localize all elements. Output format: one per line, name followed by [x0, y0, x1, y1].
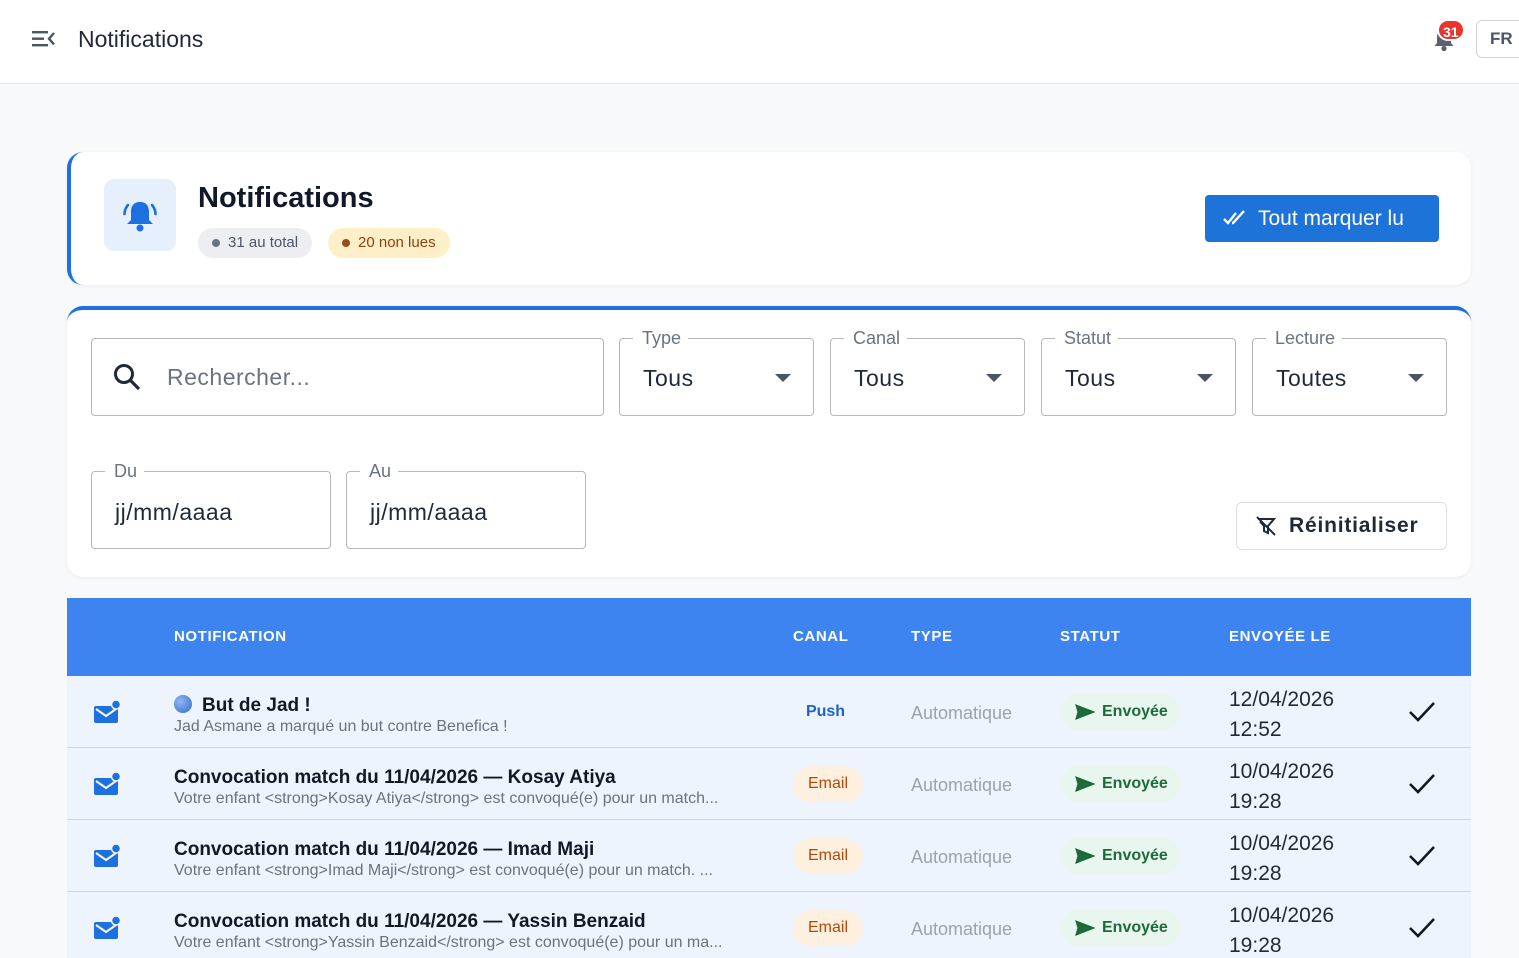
- date-to-value: jj/mm/aaaa: [370, 499, 488, 525]
- column-header-notification[interactable]: NOTIFICATION: [174, 628, 287, 645]
- search-icon: [114, 364, 141, 391]
- total-dot-icon: [212, 239, 220, 247]
- sent-date-cell: 10/04/2026 19:28: [1229, 904, 1335, 957]
- date-from-value: jj/mm/aaaa: [115, 499, 233, 525]
- send-icon: [1075, 848, 1095, 864]
- column-header-canal[interactable]: CANAL: [793, 628, 849, 645]
- mark-read-check-icon[interactable]: [1408, 772, 1436, 796]
- canal-badge: Email: [793, 766, 863, 802]
- reset-filters-button[interactable]: Réinitialiser: [1236, 502, 1447, 550]
- total-count-pill: 31 au total: [198, 228, 313, 258]
- filters-card: Type Tous Canal Tous Statut Tous Lecture…: [67, 306, 1471, 577]
- total-count-label: 31 au total: [228, 234, 299, 251]
- notification-count-badge: 31: [1437, 19, 1465, 41]
- mark-read-check-icon[interactable]: [1408, 916, 1436, 940]
- notifications-header-card: Notifications 31 au total 20 non lues To…: [67, 152, 1471, 285]
- date-to-field[interactable]: Au jj/mm/aaaa: [346, 461, 586, 549]
- canal-select-label: Canal: [844, 328, 908, 348]
- table-row[interactable]: But de Jad ! Jad Asmane a marqué un but …: [67, 676, 1471, 748]
- mail-unread-icon: [94, 916, 121, 939]
- type-select[interactable]: Type Tous: [619, 328, 814, 416]
- mail-unread-icon: [94, 844, 121, 867]
- notification-preview: Jad Asmane a marqué un but contre Benefi…: [174, 718, 508, 735]
- unread-count-pill: 20 non lues: [328, 228, 450, 258]
- table-row[interactable]: Convocation match du 11/04/2026 — Imad M…: [67, 820, 1471, 892]
- date-to-label: Au: [360, 461, 399, 481]
- notification-title: Convocation match du 11/04/2026 — Kosay …: [174, 767, 616, 788]
- page-title: Notifications: [78, 26, 204, 52]
- type-select-label: Type: [633, 328, 689, 348]
- status-badge: Envoyée: [1060, 694, 1181, 730]
- chevron-down-icon: [986, 374, 1002, 382]
- sent-date-cell: 10/04/2026 19:28: [1229, 760, 1335, 813]
- type-cell: Automatique: [911, 847, 1013, 867]
- language-button[interactable]: FR: [1476, 20, 1519, 58]
- canal-badge: Email: [793, 910, 863, 946]
- lecture-select-value: Toutes: [1276, 365, 1347, 391]
- top-bar: Notifications 31 FR: [0, 0, 1519, 84]
- notification-title: Convocation match du 11/04/2026 — Yassin…: [174, 911, 646, 932]
- column-header-type[interactable]: TYPE: [911, 628, 953, 645]
- canal-select[interactable]: Canal Tous: [830, 328, 1025, 416]
- mail-unread-icon: [94, 700, 121, 723]
- mark-all-read-button[interactable]: Tout marquer lu: [1205, 195, 1439, 242]
- table-row[interactable]: Convocation match du 11/04/2026 — Yassin…: [67, 892, 1471, 958]
- filter-off-icon: [1256, 516, 1277, 536]
- notification-title: But de Jad !: [174, 695, 311, 717]
- sent-date-cell: 10/04/2026 19:28: [1229, 832, 1335, 885]
- unread-count-label: 20 non lues: [358, 234, 436, 251]
- status-badge: Envoyée: [1060, 766, 1181, 802]
- table-header: NOTIFICATION CANAL TYPE STATUT ENVOYÉE L…: [67, 598, 1471, 676]
- chevron-down-icon: [1408, 374, 1424, 382]
- notification-preview: Votre enfant <strong>Kosay Atiya</strong…: [174, 790, 719, 807]
- header-bell-icon: [104, 179, 176, 251]
- canal-select-value: Tous: [854, 365, 905, 391]
- menu-collapse-icon[interactable]: [30, 28, 56, 50]
- type-select-value: Tous: [643, 365, 694, 391]
- chevron-down-icon: [1197, 374, 1213, 382]
- reset-filters-label: Réinitialiser: [1289, 514, 1419, 537]
- search-input[interactable]: [167, 359, 587, 395]
- sent-date-cell: 12/04/2026 12:52: [1229, 688, 1335, 741]
- status-badge: Envoyée: [1060, 910, 1181, 946]
- status-badge: Envoyée: [1060, 838, 1181, 874]
- mark-read-check-icon[interactable]: [1408, 844, 1436, 868]
- type-cell: Automatique: [911, 775, 1013, 795]
- header-title: Notifications: [198, 182, 374, 214]
- send-icon: [1075, 704, 1095, 720]
- type-cell: Automatique: [911, 919, 1013, 939]
- unread-dot-icon: [342, 239, 350, 247]
- notification-title: Convocation match du 11/04/2026 — Imad M…: [174, 839, 595, 860]
- lecture-select-label: Lecture: [1266, 328, 1343, 348]
- date-from-label: Du: [105, 461, 145, 481]
- lecture-select[interactable]: Lecture Toutes: [1252, 328, 1447, 416]
- mail-unread-icon: [94, 772, 121, 795]
- mark-all-read-label: Tout marquer lu: [1258, 207, 1404, 230]
- mark-read-check-icon[interactable]: [1408, 700, 1436, 724]
- statut-select-label: Statut: [1055, 328, 1119, 348]
- column-header-sent-at[interactable]: ENVOYÉE LE: [1229, 628, 1331, 645]
- type-cell: Automatique: [911, 703, 1013, 723]
- statut-select-value: Tous: [1065, 365, 1116, 391]
- send-icon: [1075, 776, 1095, 792]
- chevron-down-icon: [775, 374, 791, 382]
- table-row[interactable]: Convocation match du 11/04/2026 — Kosay …: [67, 748, 1471, 820]
- statut-select[interactable]: Statut Tous: [1041, 328, 1236, 416]
- canal-badge: Email: [793, 838, 863, 874]
- send-icon: [1075, 920, 1095, 936]
- notifications-table: NOTIFICATION CANAL TYPE STATUT ENVOYÉE L…: [67, 598, 1471, 958]
- canal-badge: Push: [793, 694, 858, 730]
- search-field[interactable]: [91, 338, 604, 416]
- notification-preview: Votre enfant <strong>Yassin Benzaid</str…: [174, 934, 723, 951]
- date-from-field[interactable]: Du jj/mm/aaaa: [91, 461, 331, 549]
- globe-icon: [174, 695, 192, 713]
- column-header-statut[interactable]: STATUT: [1060, 628, 1121, 645]
- notification-preview: Votre enfant <strong>Imad Maji</strong> …: [174, 862, 713, 879]
